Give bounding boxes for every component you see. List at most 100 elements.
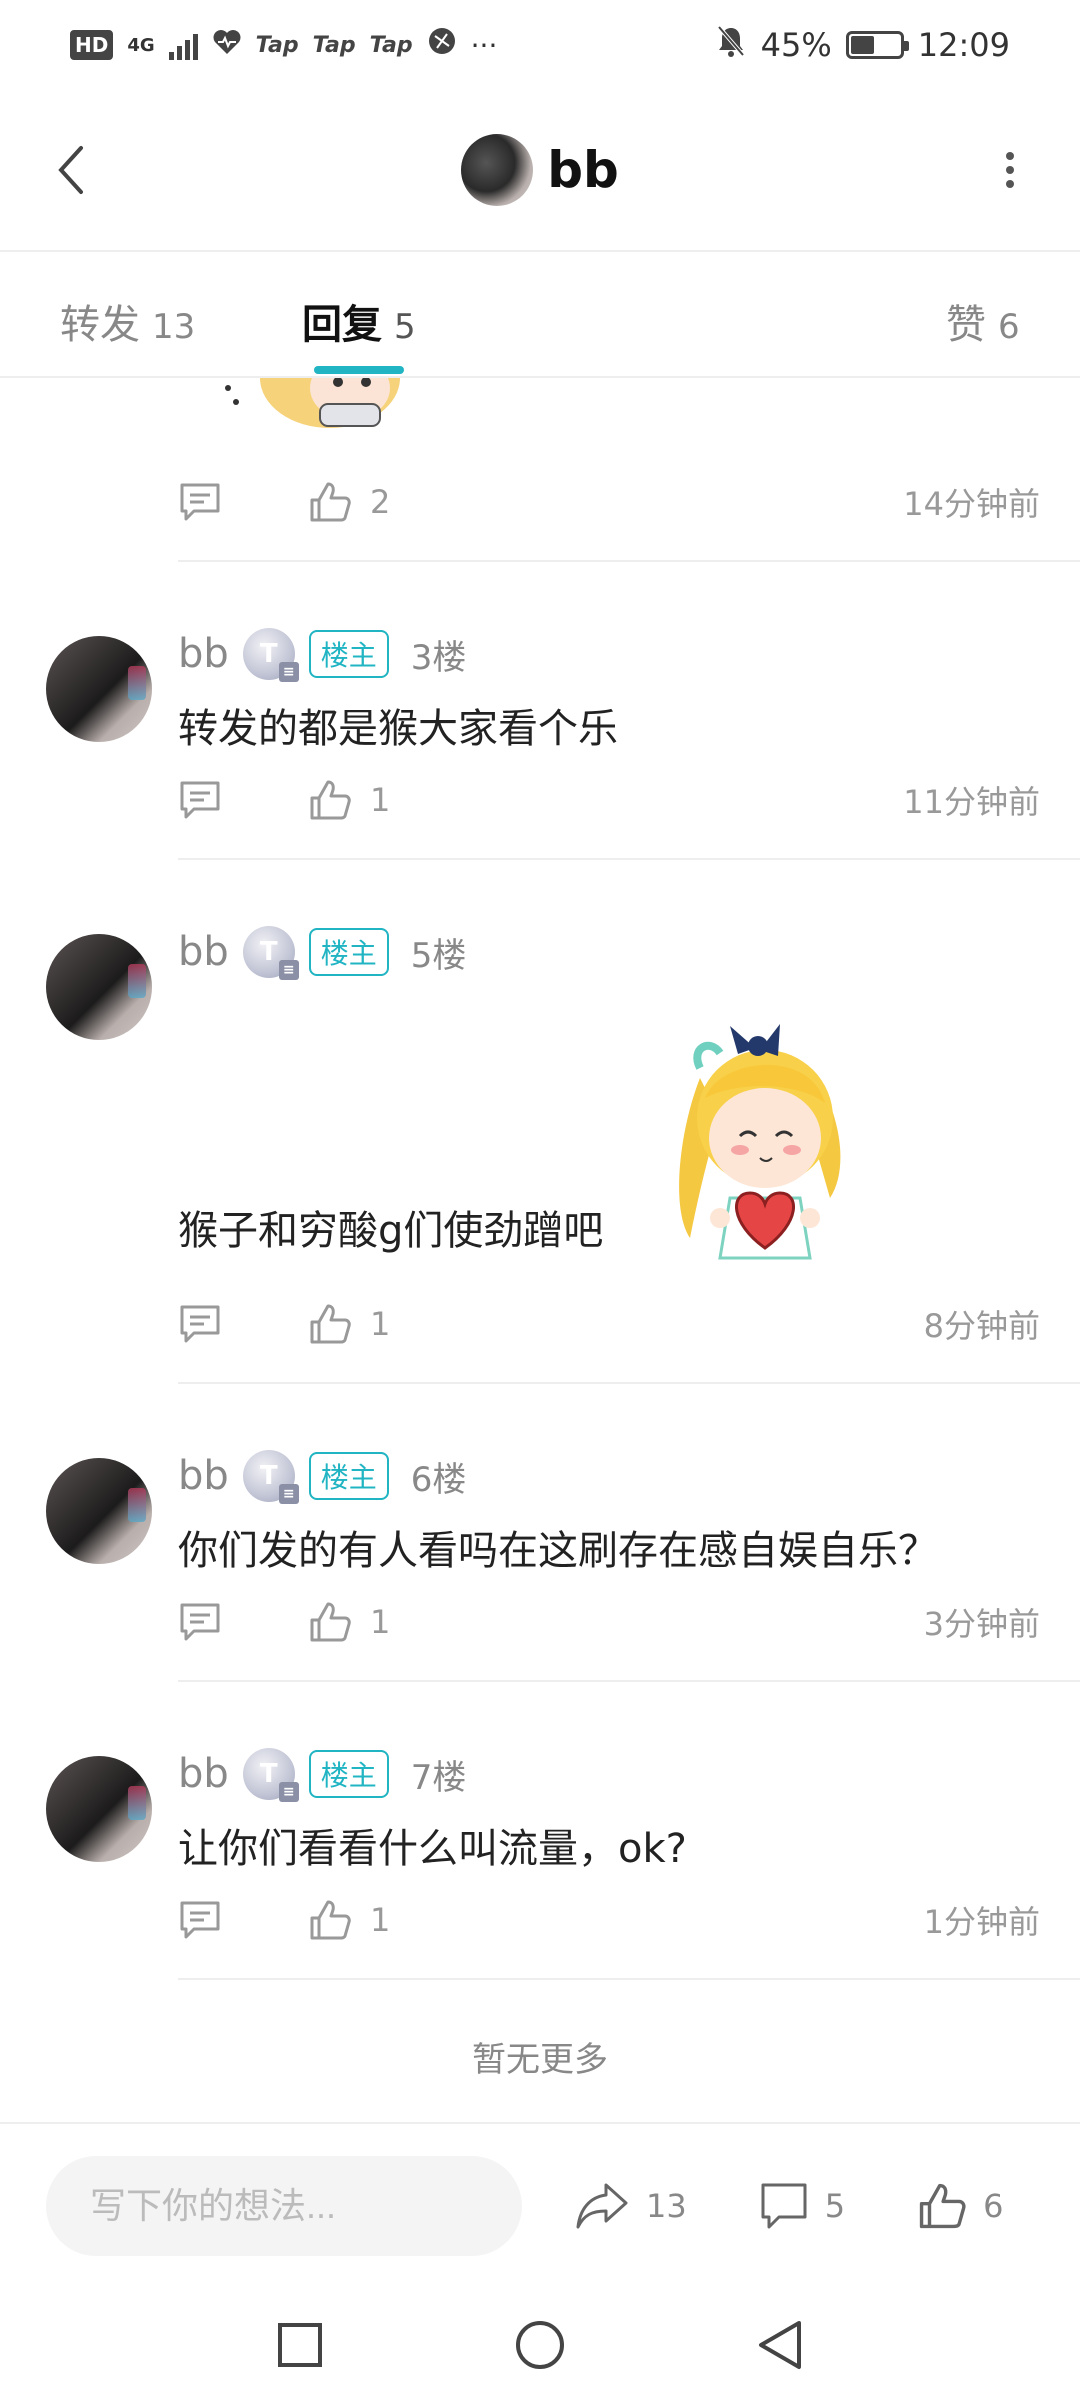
circle-icon xyxy=(516,2321,564,2369)
thumbs-up-icon xyxy=(310,780,351,820)
floor-number: 5楼 xyxy=(410,935,467,976)
divider xyxy=(178,1680,1080,1682)
back-button[interactable] xyxy=(40,130,100,210)
timestamp: 14分钟前 xyxy=(903,485,1040,523)
thumbs-up-icon xyxy=(310,1900,351,1940)
mute-icon xyxy=(715,24,747,66)
reply-icon xyxy=(180,1901,220,1939)
like-count: 1 xyxy=(370,781,391,819)
divider xyxy=(178,1382,1080,1384)
tab-like-count: 6 xyxy=(998,307,1020,347)
tab-like-label: 赞 xyxy=(946,302,986,348)
like-button[interactable]: 1 xyxy=(308,1302,390,1346)
top-item-actions: 2 14分钟前 xyxy=(178,472,1040,532)
tab-forward-label: 转发 xyxy=(60,302,140,348)
divider xyxy=(178,560,1080,562)
battery-percent: 45% xyxy=(760,26,832,64)
avatar[interactable] xyxy=(46,934,152,1040)
owner-tag: 楼主 xyxy=(308,1750,389,1798)
thumbs-up-icon xyxy=(310,1602,351,1642)
reply-icon xyxy=(180,781,220,819)
timestamp: 8分钟前 xyxy=(923,1307,1040,1345)
status-bar: HD 4G Tap Tap Tap ··· 45% 12:09 xyxy=(0,0,1080,90)
reply-icon xyxy=(180,1603,220,1641)
more-vertical-icon xyxy=(1006,152,1014,188)
like-count: 1 xyxy=(370,1603,391,1641)
reply-button[interactable] xyxy=(178,481,308,523)
reply-button[interactable] xyxy=(178,1899,308,1941)
timestamp: 3分钟前 xyxy=(923,1605,1040,1643)
like-button[interactable]: 1 xyxy=(308,1600,390,1644)
tab-reply-label: 回复 xyxy=(302,302,382,348)
system-nav-bar xyxy=(0,2290,1080,2400)
thumbs-up-icon xyxy=(310,1304,351,1344)
comment-input[interactable] xyxy=(46,2156,522,2256)
tap-app-label-1: Tap xyxy=(255,32,299,58)
reply-count-button[interactable]: 5 xyxy=(759,2181,845,2231)
reply-icon xyxy=(180,483,220,521)
username[interactable]: bb xyxy=(178,1453,229,1499)
reply-button[interactable] xyxy=(178,1601,308,1643)
system-back-button[interactable] xyxy=(750,2315,810,2375)
app-notification-icon xyxy=(427,26,457,64)
like-button[interactable]: 1 xyxy=(308,1898,390,1942)
more-options-button[interactable] xyxy=(980,130,1040,210)
timestamp: 11分钟前 xyxy=(903,783,1040,821)
owner-tag: 楼主 xyxy=(308,1452,389,1500)
level-badge-icon: T ≡ xyxy=(242,926,299,980)
username[interactable]: bb xyxy=(178,1751,229,1797)
reply-button[interactable] xyxy=(178,1303,308,1345)
avatar[interactable] xyxy=(46,1756,152,1862)
sticker-image xyxy=(225,378,400,428)
triangle-back-icon xyxy=(759,2321,801,2369)
floor-number: 3楼 xyxy=(410,637,467,678)
reply-icon xyxy=(180,1305,220,1343)
tab-bar: 转发 13 回复 5 赞 6 xyxy=(0,254,1080,378)
tab-reply-count: 5 xyxy=(394,307,416,347)
reply-button[interactable] xyxy=(178,779,308,821)
tab-forward[interactable]: 转发 13 xyxy=(60,292,195,350)
level-badge-icon: T ≡ xyxy=(242,1748,299,1802)
like-count: 1 xyxy=(370,1901,391,1939)
share-count: 13 xyxy=(646,2187,687,2225)
recent-apps-button[interactable] xyxy=(270,2315,330,2375)
reply-count: 5 xyxy=(824,2187,846,2225)
tap-app-label-2: Tap xyxy=(312,32,356,58)
thumbs-up-icon xyxy=(310,482,351,522)
share-icon xyxy=(576,2183,628,2229)
signal-icon xyxy=(168,30,198,60)
network-label: 4G xyxy=(127,34,155,56)
divider xyxy=(178,1978,1080,1980)
heart-status-icon xyxy=(212,26,242,64)
clock: 12:09 xyxy=(917,26,1010,64)
home-button[interactable] xyxy=(510,2315,570,2375)
owner-tag: 楼主 xyxy=(308,630,389,678)
avatar[interactable] xyxy=(46,1458,152,1564)
like-count: 1 xyxy=(370,1305,391,1343)
header-avatar[interactable] xyxy=(461,134,534,206)
like-button[interactable]: 1 xyxy=(308,778,390,822)
post-header: bb xyxy=(0,90,1080,252)
avatar[interactable] xyxy=(46,636,152,742)
more-notifications: ··· xyxy=(470,28,498,62)
tab-like[interactable]: 赞 6 xyxy=(946,292,1020,350)
hd-indicator: HD xyxy=(70,30,114,60)
like-post-button[interactable]: 6 xyxy=(917,2181,1003,2231)
tab-reply[interactable]: 回复 5 xyxy=(302,292,416,350)
username[interactable]: bb xyxy=(178,929,229,975)
share-button[interactable]: 13 xyxy=(574,2181,687,2231)
like-count: 6 xyxy=(983,2187,1004,2225)
back-icon xyxy=(58,146,83,194)
comment-text: 让你们看看什么叫流量，ok? xyxy=(178,1826,687,1872)
tab-forward-count: 13 xyxy=(152,307,196,347)
no-more-label: 暂无更多 xyxy=(472,2040,608,2080)
sticker-image[interactable] xyxy=(660,1008,870,1278)
level-badge-icon: T ≡ xyxy=(242,1450,299,1504)
username[interactable]: bb xyxy=(178,631,229,677)
page-title: bb xyxy=(547,141,619,199)
divider xyxy=(178,858,1080,860)
like-count: 2 xyxy=(370,483,391,521)
tap-app-label-3: Tap xyxy=(369,32,413,58)
reply-list[interactable]: 2 14分钟前 bb T≡ 楼主 3楼 转发的都是猴大家看个乐 1 11分钟前 xyxy=(0,378,1080,2120)
like-button[interactable]: 2 xyxy=(308,480,390,524)
